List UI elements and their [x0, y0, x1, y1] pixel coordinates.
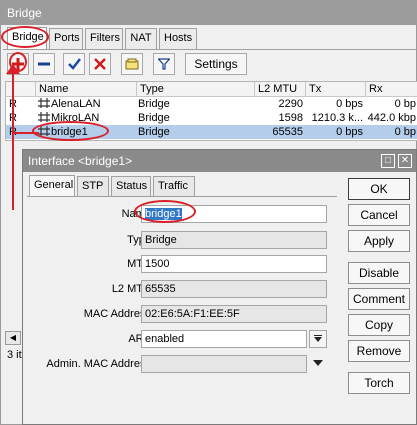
row-rx: 0 bp: [394, 126, 416, 138]
filter-button[interactable]: [153, 53, 175, 75]
annotation-arrow-line: [12, 70, 14, 210]
row-tx: 0 bps: [336, 98, 363, 110]
row-l2mtu: 65535: [272, 126, 303, 138]
row-l2mtu: 1598: [278, 112, 303, 124]
chevron-down-icon: [314, 335, 322, 342]
cancel-button[interactable]: Cancel: [348, 204, 410, 226]
column-rx[interactable]: Rx: [366, 82, 417, 97]
dialog-title: Interface <bridge1>: [23, 150, 416, 172]
type-field: Bridge: [141, 231, 327, 249]
comment-button[interactable]: [121, 53, 143, 75]
row-name: AlenaLAN: [38, 97, 138, 111]
bridge-icon: [38, 112, 50, 122]
row-type: Bridge: [138, 112, 170, 124]
row-rx: 442.0 kbp: [367, 112, 416, 124]
row-name: MikroLAN: [38, 111, 138, 125]
row-tx: 1210.3 k...: [311, 112, 363, 124]
column-tx[interactable]: Tx: [306, 82, 366, 97]
tab-nat[interactable]: NAT: [125, 28, 157, 49]
item-count: 3 it: [7, 349, 22, 361]
tab-general[interactable]: General: [29, 175, 75, 197]
remove-button[interactable]: Remove: [348, 340, 410, 362]
maximize-button[interactable]: □: [381, 154, 395, 168]
annotation-arrow-connector: [12, 132, 39, 134]
interface-dialog: Interface <bridge1> □ ✕ General STP Stat…: [22, 149, 417, 425]
row-flag: R: [9, 111, 19, 125]
table-row[interactable]: R MikroLAN Bridge 1598 1210.3 k... 442.0…: [6, 111, 417, 125]
bridge-table: Name Type L2 MTU Tx Rx R AlenaLAN Bridge…: [5, 81, 417, 141]
tab-stp[interactable]: STP: [77, 176, 109, 196]
copy-button[interactable]: Copy: [348, 314, 410, 336]
row-l2mtu: 2290: [278, 98, 303, 110]
table-header: Name Type L2 MTU Tx Rx: [6, 82, 417, 97]
disable-button[interactable]: Disable: [348, 262, 410, 284]
row-type: Bridge: [138, 98, 170, 110]
row-flag: R: [9, 97, 19, 111]
tab-status[interactable]: Status: [111, 176, 151, 196]
row-rx: 0 bp: [394, 98, 416, 110]
tab-ports[interactable]: Ports: [49, 28, 83, 49]
cross-icon: [94, 58, 106, 70]
arp-dropdown-button[interactable]: [309, 330, 327, 348]
window-title: Bridge: [1, 1, 417, 25]
row-type: Bridge: [138, 126, 170, 138]
settings-button[interactable]: Settings: [185, 53, 247, 75]
table-row[interactable]: R AlenaLAN Bridge 2290 0 bps 0 bp: [6, 97, 417, 111]
minus-icon: [38, 62, 50, 66]
apply-button[interactable]: Apply: [348, 230, 410, 252]
name-value: bridge1: [145, 208, 182, 220]
column-name[interactable]: Name: [36, 82, 137, 97]
tab-divider: [3, 49, 416, 50]
arp-select[interactable]: enabled: [141, 330, 307, 348]
check-icon: [67, 58, 81, 70]
table-row-selected[interactable]: R bridge1 Bridge 65535 0 bps 0 bp: [6, 125, 417, 139]
row-name: bridge1: [38, 125, 138, 139]
comment-button[interactable]: Comment: [348, 288, 410, 310]
scroll-left-button[interactable]: ◀: [5, 331, 21, 345]
enable-button[interactable]: [63, 53, 85, 75]
column-flag: [6, 82, 36, 97]
row-tx: 0 bps: [336, 126, 363, 138]
admin-mac-field[interactable]: [141, 355, 307, 373]
dialog-tab-divider: [27, 196, 337, 197]
chevron-down-icon[interactable]: [313, 359, 325, 369]
column-l2mtu[interactable]: L2 MTU: [255, 82, 306, 97]
ok-button[interactable]: OK: [348, 178, 410, 200]
torch-button[interactable]: Torch: [348, 372, 410, 394]
admin-mac-label: Admin. MAC Address:: [46, 358, 154, 370]
tab-bridge[interactable]: Bridge: [7, 27, 47, 50]
remove-button[interactable]: [33, 53, 55, 75]
disable-button[interactable]: [89, 53, 111, 75]
note-icon: [125, 58, 139, 70]
l2mtu-field: 65535: [141, 280, 327, 298]
bridge-icon: [38, 98, 50, 108]
filter-icon: [158, 58, 170, 70]
close-button[interactable]: ✕: [398, 154, 412, 168]
tab-hosts[interactable]: Hosts: [159, 28, 197, 49]
mtu-field[interactable]: 1500: [141, 255, 327, 273]
bridge-icon: [38, 126, 50, 136]
column-type[interactable]: Type: [137, 82, 255, 97]
mac-field: 02:E6:5A:F1:EE:5F: [141, 305, 327, 323]
name-field[interactable]: bridge1: [141, 205, 327, 223]
tab-traffic[interactable]: Traffic: [153, 176, 195, 196]
tab-filters[interactable]: Filters: [85, 28, 123, 49]
